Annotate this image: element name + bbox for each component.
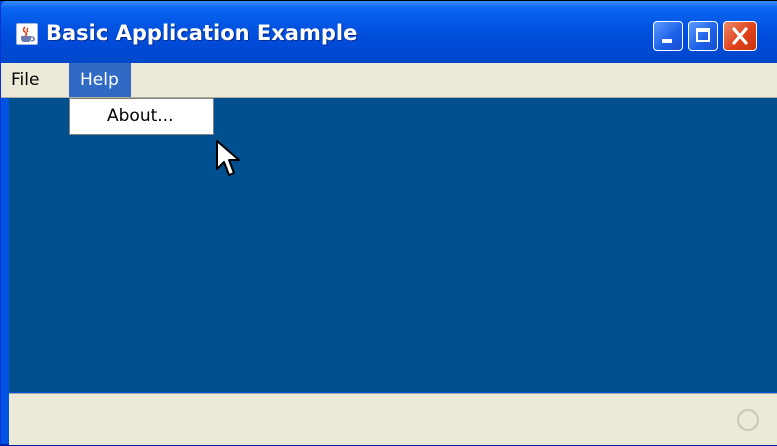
- window-title: Basic Application Example: [46, 21, 358, 45]
- application-window: Basic Application Example File Help Abou…: [0, 1, 777, 446]
- menu-help[interactable]: Help: [69, 63, 131, 97]
- menu-item-about[interactable]: About...: [70, 99, 213, 134]
- menu-bar: File Help: [1, 63, 777, 98]
- java-cup-icon[interactable]: [16, 23, 38, 45]
- minimize-button[interactable]: [653, 21, 683, 51]
- busy-ring-icon: [737, 409, 759, 431]
- title-bar[interactable]: Basic Application Example: [1, 1, 777, 63]
- maximize-icon: [696, 28, 710, 42]
- help-dropdown-menu: About...: [69, 98, 214, 135]
- mouse-pointer-icon: [216, 140, 240, 176]
- content-area: [9, 98, 777, 392]
- close-icon: [732, 27, 748, 45]
- maximize-button[interactable]: [688, 21, 718, 51]
- minimize-icon: [662, 39, 672, 43]
- menu-file[interactable]: File: [1, 63, 64, 97]
- status-bar: [9, 393, 777, 445]
- close-button[interactable]: [723, 21, 757, 51]
